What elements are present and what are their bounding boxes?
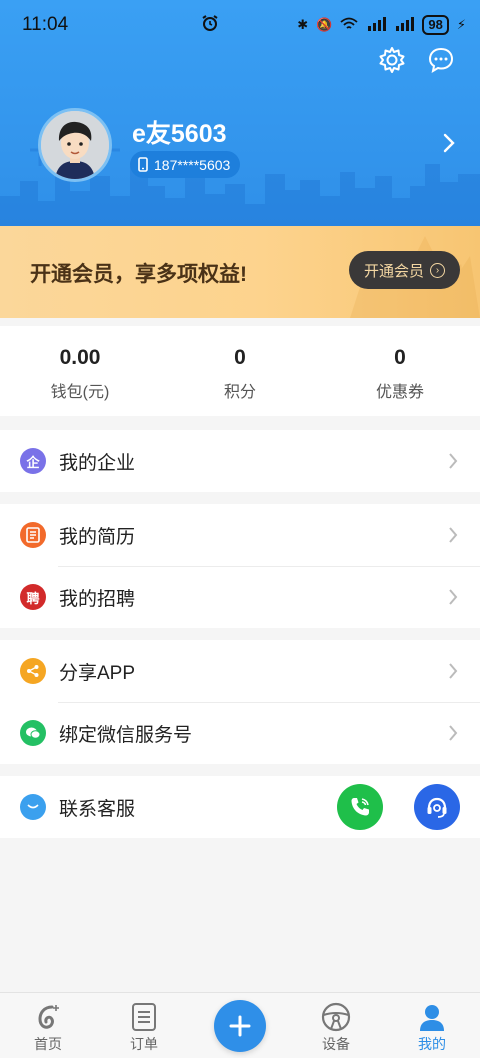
menu-item-label: 我的简历 — [59, 526, 136, 548]
phone-number: 187****5603 — [154, 156, 231, 173]
wallet-label: 钱包(元) — [50, 384, 110, 401]
coupons-value: 0 — [394, 346, 406, 369]
signal-icon-2 — [394, 16, 415, 34]
phone-call-icon — [351, 798, 369, 816]
profile-header: 11:04 ✱ 🔕 98 ⚡ e友5603 187****5603 — [0, 0, 480, 226]
nav-label: 首页 — [34, 1036, 62, 1052]
menu-item-label: 绑定微信服务号 — [59, 724, 193, 746]
username: e友5603 — [132, 120, 227, 148]
wechat-icon — [20, 720, 46, 746]
plus-icon — [229, 1015, 251, 1037]
charging-icon: ⚡ — [456, 17, 466, 32]
service-card: 联系客服 — [0, 776, 480, 838]
user-icon — [420, 1005, 444, 1031]
chevron-right-icon — [443, 133, 455, 153]
call-button[interactable] — [337, 784, 383, 830]
status-time: 11:04 — [22, 14, 69, 35]
account-stats: 0.00 钱包(元) 0 积分 0 优惠券 — [0, 326, 480, 416]
open-vip-label: 开通会员 — [363, 262, 424, 280]
points-value: 0 — [234, 346, 246, 369]
menu-item-label: 我的企业 — [59, 452, 136, 474]
coupons-stat[interactable]: 0 优惠券 — [320, 326, 480, 416]
online-support-button[interactable] — [414, 784, 460, 830]
menu-item-service[interactable]: 联系客服 — [0, 776, 480, 838]
menu-item-label: 联系客服 — [59, 798, 136, 820]
points-stat[interactable]: 0 积分 — [160, 326, 320, 416]
headset-icon — [427, 797, 447, 818]
signal-icon — [366, 16, 387, 34]
alarm-icon — [202, 15, 218, 31]
battery-indicator: 98 — [422, 15, 449, 35]
nav-label: 订单 — [130, 1036, 158, 1052]
menu-item-resume[interactable]: 我的简历 — [0, 504, 480, 566]
chevron-right-icon — [449, 589, 458, 605]
menu-item-wechat[interactable]: 绑定微信服务号 — [0, 702, 480, 764]
nav-label: 我的 — [418, 1036, 446, 1052]
messages-button[interactable] — [425, 44, 457, 76]
menu-item-label: 我的招聘 — [59, 588, 136, 610]
enterprise-card: 企 我的企业 — [0, 430, 480, 492]
nav-item-mine[interactable]: 我的 — [392, 993, 472, 1058]
jobs-card: 我的简历 聘 我的招聘 — [0, 504, 480, 628]
gear-icon — [379, 47, 405, 73]
coupons-label: 优惠券 — [375, 384, 424, 401]
service-bubble-icon — [20, 794, 46, 820]
nav-item-orders[interactable]: 订单 — [104, 993, 184, 1058]
nav-item-devices[interactable]: 设备 — [296, 993, 376, 1058]
menu-item-label: 分享APP — [59, 662, 136, 684]
status-bar: 11:04 ✱ 🔕 98 ⚡ — [0, 0, 480, 48]
points-label: 积分 — [223, 384, 256, 401]
menu-item-recruit[interactable]: 聘 我的招聘 — [0, 566, 480, 628]
mute-icon: 🔕 — [316, 17, 333, 32]
avatar-illustration — [41, 111, 109, 179]
add-button[interactable] — [214, 1000, 266, 1052]
chevron-right-icon — [449, 527, 458, 543]
enterprise-icon: 企 — [20, 448, 46, 474]
arrow-right-circle-icon: › — [430, 262, 445, 278]
order-list-icon — [132, 1003, 156, 1031]
vip-title: 开通会员，享多项权益! — [30, 263, 247, 286]
avatar[interactable] — [38, 108, 112, 182]
recruit-icon: 聘 — [20, 584, 46, 610]
menu-item-enterprise[interactable]: 企 我的企业 — [0, 430, 480, 492]
vip-banner[interactable]: 开通会员，享多项权益! 开通会员 › — [0, 226, 480, 318]
share-card: 分享APP 绑定微信服务号 — [0, 640, 480, 764]
status-icons: ✱ 🔕 98 ⚡ — [297, 15, 466, 35]
nav-item-home[interactable]: 首页 — [8, 993, 88, 1058]
menu-item-share[interactable]: 分享APP — [0, 640, 480, 702]
wifi-icon — [340, 17, 358, 34]
chevron-right-icon — [449, 663, 458, 679]
open-vip-button[interactable]: 开通会员 › — [349, 251, 460, 289]
wallet-value: 0.00 — [59, 346, 101, 369]
chat-icon — [428, 47, 454, 74]
resume-icon — [20, 522, 46, 548]
settings-button[interactable] — [376, 44, 408, 76]
phone-icon — [138, 157, 148, 172]
chevron-right-icon — [449, 453, 458, 469]
phone-badge: 187****5603 — [130, 151, 241, 178]
nav-label: 设备 — [322, 1036, 350, 1052]
wallet-stat[interactable]: 0.00 钱包(元) — [0, 326, 160, 416]
home-logo-icon — [38, 1005, 59, 1029]
steering-wheel-icon — [321, 1002, 351, 1032]
profile-detail-button[interactable] — [442, 132, 456, 159]
chevron-right-icon — [449, 725, 458, 741]
bluetooth-icon: ✱ — [297, 17, 309, 32]
share-icon — [20, 658, 46, 684]
